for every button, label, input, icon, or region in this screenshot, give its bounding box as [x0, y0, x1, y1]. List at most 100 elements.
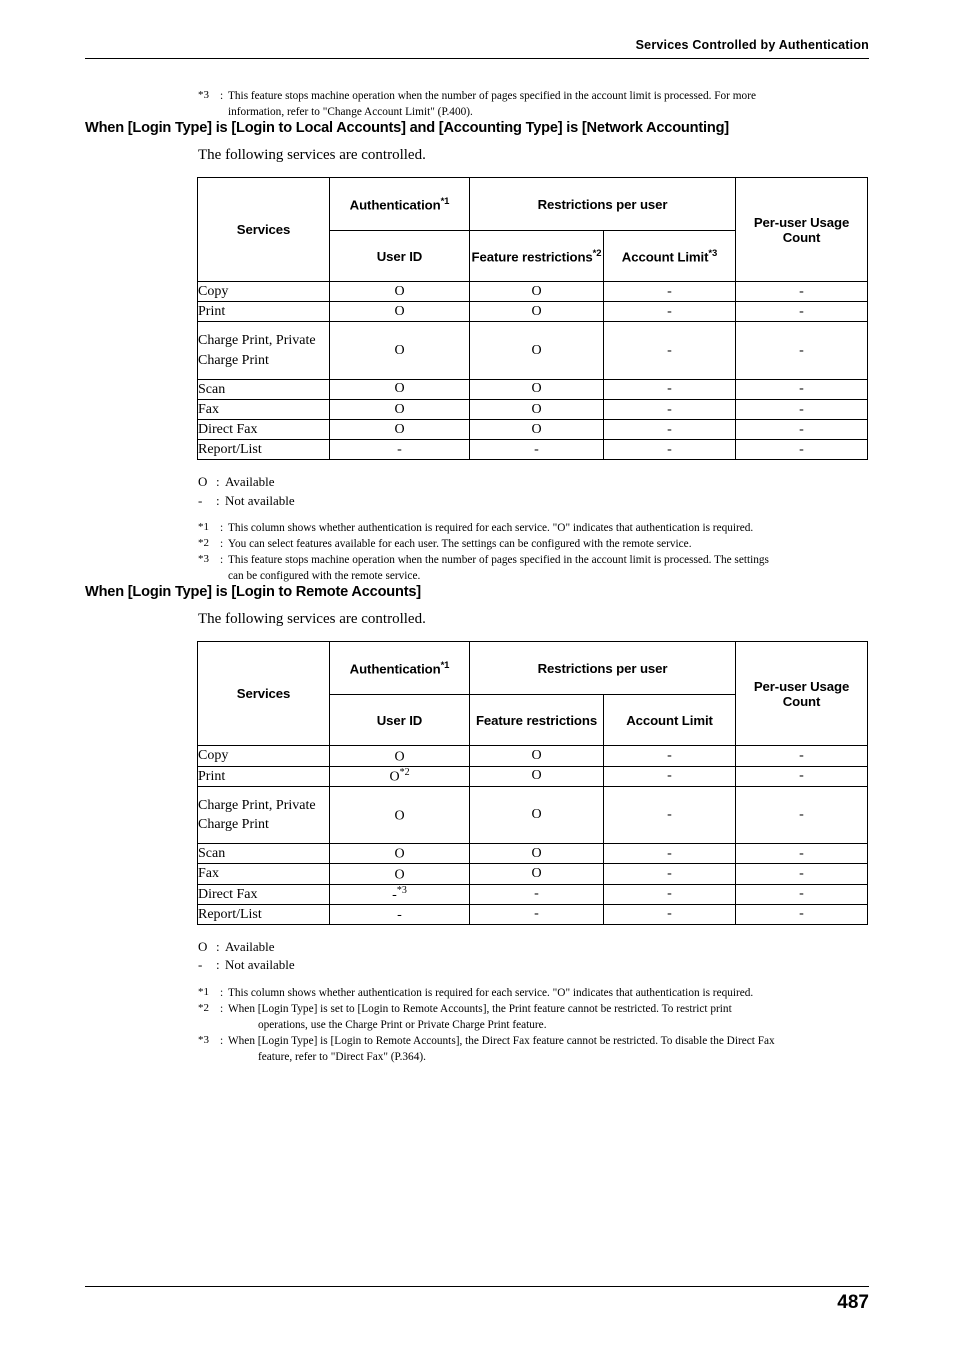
- header-title: Services Controlled by Authentication: [635, 38, 869, 52]
- table-row: Print O*2 O - -: [197, 765, 869, 787]
- legend-text: Available: [225, 474, 275, 490]
- cell-account: -: [602, 321, 737, 380]
- cell-count: -: [735, 903, 869, 925]
- footnote-colon: :: [220, 986, 224, 999]
- legend-key: -: [198, 492, 203, 508]
- footnote-mark: *1: [198, 985, 209, 998]
- cell-count: -: [735, 378, 869, 400]
- th-feature-restrictions-sup: *2: [592, 247, 602, 259]
- th-account-limit: Account Limit*3: [602, 230, 737, 283]
- th-restrictions-per-user: Restrictions per user: [468, 641, 737, 696]
- legend-colon: :: [216, 474, 220, 490]
- th-account-limit-sup: *3: [708, 247, 718, 259]
- footnote-colon: :: [220, 522, 224, 535]
- cell-user-id: O: [329, 301, 470, 323]
- section-1-intro: The following services are controlled.: [198, 147, 426, 164]
- cell-feature: O: [469, 863, 604, 885]
- cell-user-id: -: [329, 903, 470, 925]
- table-row: Fax O O - -: [197, 863, 869, 885]
- table-row: Charge Print, Private Charge Print O O -…: [197, 785, 869, 845]
- th-user-id: User ID: [329, 230, 470, 283]
- cell-account: -: [602, 745, 737, 767]
- table-row: Print O O - -: [197, 301, 869, 323]
- cell-user-id: O: [329, 745, 470, 767]
- th-authentication: Authentication*1: [329, 177, 470, 232]
- cell-service: Copy: [197, 745, 330, 767]
- table-row: Direct Fax O O - -: [197, 419, 869, 441]
- cell-account: -: [602, 903, 737, 925]
- cell-feature: O: [469, 398, 604, 421]
- legend-key: O: [198, 474, 208, 490]
- footnote-continuation: operations, use the Charge Print or Priv…: [198, 1017, 869, 1033]
- cell-count: -: [735, 863, 869, 885]
- table-row: Direct Fax -*3 - - -: [197, 883, 869, 905]
- cell-account: -: [602, 281, 737, 303]
- cell-count: -: [735, 281, 869, 303]
- legend-item: O : Available: [198, 473, 869, 491]
- table-row: Charge Print, Private Charge Print O O -…: [197, 321, 869, 380]
- cell-account: -: [602, 301, 737, 323]
- cell-user-id: -: [329, 439, 470, 461]
- th-authentication-label: Authentication: [349, 197, 441, 213]
- cell-user-id: O*2: [329, 765, 470, 787]
- footnote-mark: *2: [198, 1001, 209, 1014]
- cell-feature: O: [469, 281, 604, 303]
- cell-service: Direct Fax: [197, 419, 330, 441]
- table-row: Scan O O - -: [197, 843, 869, 865]
- th-restrictions-per-user: Restrictions per user: [468, 177, 737, 232]
- legend-text: Not available: [225, 957, 295, 973]
- page-number: 487: [837, 1292, 869, 1313]
- cell-user-id: -*3: [329, 883, 470, 905]
- cell-account: -: [602, 439, 737, 461]
- cell-feature: O: [469, 745, 604, 767]
- cell-count: -: [735, 321, 869, 380]
- footnote: *2 : When [Login Type] is set to [Login …: [198, 1001, 869, 1017]
- footnote: *1 : This column shows whether authentic…: [198, 985, 869, 1001]
- th-feature-restrictions: Feature restrictions: [469, 694, 604, 747]
- cell-feature: -: [469, 903, 604, 925]
- cell-count: -: [735, 398, 869, 421]
- cell-user-id: O: [329, 321, 470, 380]
- table-row: Scan O O - -: [197, 378, 869, 400]
- footnote-text: This column shows whether authentication…: [228, 522, 754, 535]
- cell-feature: O: [469, 419, 604, 441]
- footnote-text: This column shows whether authentication…: [228, 986, 754, 999]
- cell-service: Charge Print, Private Charge Print: [197, 785, 330, 845]
- th-feature-restrictions-label: Feature restrictions: [471, 249, 593, 265]
- cell-service: Fax: [197, 863, 330, 885]
- cell-service: Copy: [197, 281, 330, 303]
- footnote-text: When [Login Type] is set to [Login to Re…: [228, 1002, 732, 1015]
- footnote-text: When [Login Type] is [Login to Remote Ac…: [228, 1034, 775, 1047]
- cell-account: -: [602, 785, 737, 845]
- cell-count: -: [735, 745, 869, 767]
- cell-account: -: [602, 378, 737, 400]
- top-footnote-line2: information, refer to "Change Account Li…: [228, 106, 473, 119]
- th-account-limit-label: Account Limit: [621, 249, 709, 265]
- cell-feature: O: [469, 301, 604, 323]
- top-footnote-mark: *3: [198, 89, 209, 101]
- cell-count: -: [735, 419, 869, 441]
- th-authentication-sup: *1: [440, 660, 450, 672]
- th-authentication: Authentication*1: [329, 641, 470, 696]
- footnote-text: You can select features available for ea…: [228, 538, 692, 551]
- th-services: Services: [197, 641, 330, 747]
- cell-service: Direct Fax: [197, 883, 330, 905]
- footnote-continuation: can be configured with the remote servic…: [198, 568, 869, 584]
- cell-service: Report/List: [197, 903, 330, 925]
- footnote-text: feature, refer to "Direct Fax" (P.364).: [258, 1050, 426, 1063]
- footnote-colon: :: [220, 538, 224, 551]
- footnote-text: operations, use the Charge Print or Priv…: [258, 1018, 547, 1031]
- th-user-id: User ID: [329, 694, 470, 747]
- section-2-table: Services Authentication*1 Restrictions p…: [197, 641, 869, 925]
- cell-account: -: [602, 419, 737, 441]
- cell-service: Print: [197, 301, 330, 323]
- table-row: Fax O O - -: [197, 398, 869, 421]
- cell-user-id: O: [329, 281, 470, 303]
- cell-feature: -: [469, 439, 604, 461]
- cell-user-id-value: O: [394, 808, 405, 824]
- cell-account: -: [602, 765, 737, 787]
- cell-feature: O: [469, 765, 604, 787]
- table-row: Report/List - - - -: [197, 439, 869, 461]
- footnote: *2 : You can select features available f…: [198, 536, 869, 552]
- cell-user-id-value: -: [397, 907, 402, 923]
